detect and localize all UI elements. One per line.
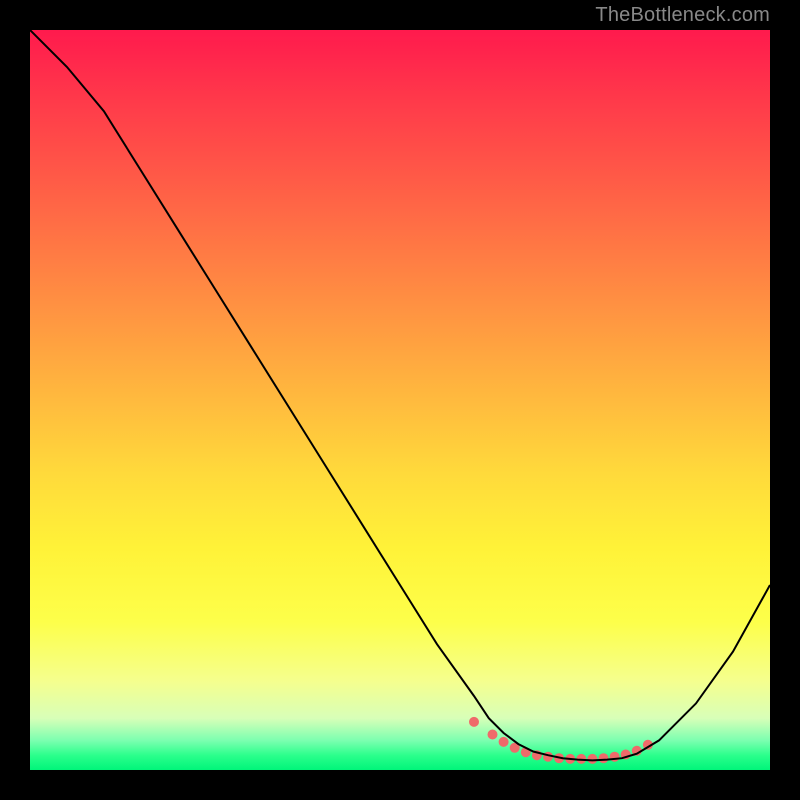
bottleneck-curve	[30, 30, 770, 760]
curve-layer	[30, 30, 770, 770]
optimal-dot	[499, 737, 509, 747]
optimal-dot	[587, 754, 597, 764]
optimal-dot	[469, 717, 479, 727]
optimal-dot	[488, 730, 498, 740]
watermark-label: TheBottleneck.com	[595, 4, 770, 27]
plot-area	[30, 30, 770, 770]
chart-frame: TheBottleneck.com	[0, 0, 800, 800]
optimal-dot	[599, 753, 609, 763]
